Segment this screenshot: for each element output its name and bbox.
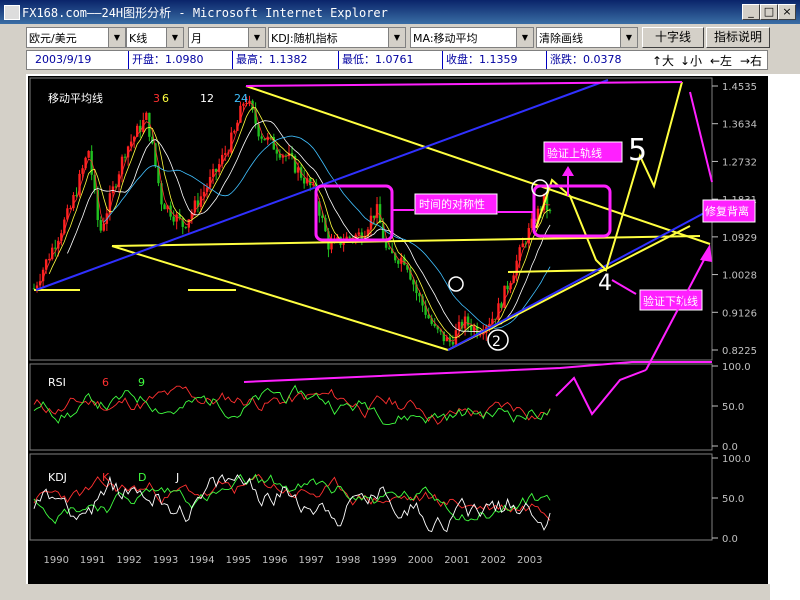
y-tick-label: 0.0 [722, 442, 738, 453]
candle-body [99, 220, 102, 231]
kdj-legend-d: D [138, 471, 146, 484]
candle-body [163, 204, 166, 210]
ma-label-3: 3 [153, 92, 160, 105]
ma-label-12: 12 [200, 92, 214, 105]
x-tick-label: 1999 [371, 555, 396, 566]
candle-body [387, 247, 391, 249]
y-tick-label: 1.0929 [722, 233, 757, 244]
x-tick-label: 2001 [444, 555, 469, 566]
candle-body [87, 150, 90, 158]
candle-body [503, 285, 506, 308]
candle-body [54, 247, 57, 249]
rsi-legend-6: 6 [102, 376, 109, 389]
x-tick-label: 1996 [262, 555, 287, 566]
candle-body [378, 204, 382, 224]
kdj-panel-title: KDJ [48, 471, 67, 484]
price-panel-title: 移动平均线 [48, 91, 103, 105]
symmetry-label: 时间的对称性 [419, 197, 485, 211]
chart-canvas: 100.0 50.0 0.0 100.0 50.0 0.0 1.4535 1.3634 1.… [26, 74, 770, 584]
y-tick-label: 0.0 [722, 534, 738, 545]
x-tick-label: 1995 [226, 555, 251, 566]
lower-rail-label: 验证下轨线 [643, 294, 698, 308]
y-tick-label: 100.0 [722, 362, 751, 373]
candle-body [321, 215, 324, 218]
upper-rail-label: 验证上轨线 [547, 146, 602, 160]
candle-body [123, 156, 127, 158]
rsi-panel-title: RSI [48, 376, 66, 389]
y-tick-label: 0.9126 [722, 308, 757, 319]
x-tick-label: 1992 [116, 555, 141, 566]
x-tick-label: 2002 [481, 555, 506, 566]
candle-body [35, 285, 39, 289]
kdj-legend-j: J [175, 471, 179, 484]
chart-background [28, 76, 768, 584]
candle-body [357, 232, 361, 235]
candle-body [111, 186, 115, 194]
y-tick-label: 100.0 [722, 454, 751, 465]
candle-body [233, 130, 236, 133]
candle-body [230, 132, 233, 153]
candle-body [81, 168, 84, 174]
candle-body [184, 226, 187, 228]
wave-5-label: 5 [628, 133, 647, 168]
candle-body [348, 236, 351, 238]
ma-label-6: 6 [162, 92, 169, 105]
y-tick-label: 1.2732 [722, 157, 757, 168]
candle-body [172, 216, 175, 222]
y-tick-label: 50.0 [722, 494, 744, 505]
x-tick-label: 2003 [517, 555, 542, 566]
divergence-label: 修复背离 [705, 204, 749, 218]
candle-body [145, 112, 148, 120]
x-tick-label: 1994 [189, 555, 214, 566]
candle-body [275, 149, 279, 154]
y-tick-label: 0.8225 [722, 346, 757, 357]
candle-body [224, 153, 227, 155]
y-tick-label: 1.4535 [722, 82, 757, 93]
x-tick-label: 1990 [43, 555, 68, 566]
candle-body [451, 341, 455, 345]
candle-body [497, 303, 500, 320]
candle-body [466, 316, 470, 326]
candle-body [506, 285, 509, 290]
candle-body [521, 243, 524, 248]
candle-body [302, 177, 306, 184]
wave-4-label: 4 [598, 271, 612, 296]
kdj-legend-k: K [102, 471, 110, 484]
y-tick-label: 1.3634 [722, 120, 757, 131]
x-tick-label: 2000 [408, 555, 433, 566]
ma-label-24: 24 [234, 92, 248, 105]
x-tick-label: 1993 [153, 555, 178, 566]
wave-2-label: 2 [492, 334, 501, 350]
x-tick-label: 1997 [298, 555, 323, 566]
x-tick-label: 1998 [335, 555, 360, 566]
rsi-legend-9: 9 [138, 376, 145, 389]
candle-body [263, 138, 266, 141]
y-tick-label: 1.0028 [722, 271, 757, 282]
candle-body [260, 136, 263, 139]
y-tick-label: 50.0 [722, 402, 744, 413]
candle-body [397, 260, 400, 264]
x-tick-label: 1991 [80, 555, 105, 566]
candle-body [457, 321, 461, 331]
